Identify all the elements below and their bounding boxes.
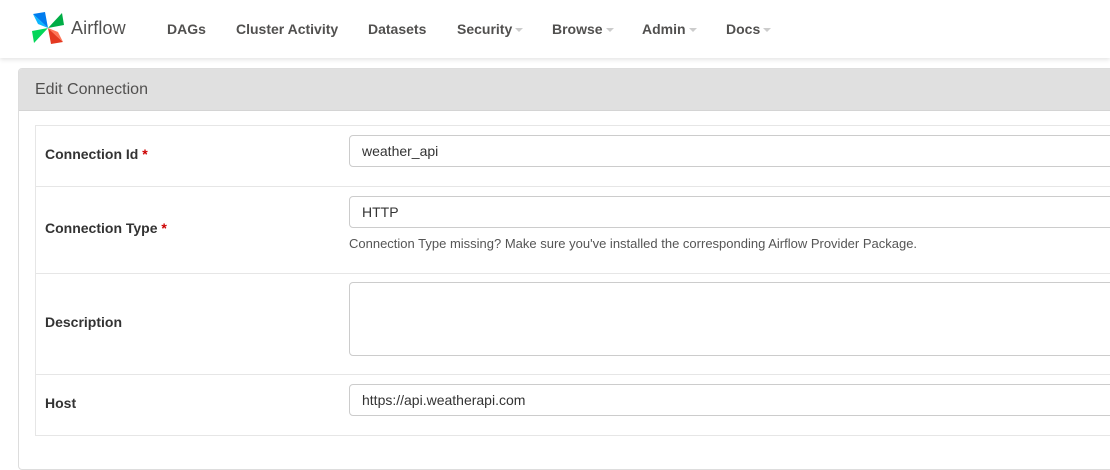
nav-security-menu[interactable]: Security <box>457 19 524 39</box>
connection-type-label-text: Connection Type <box>45 220 158 236</box>
form-row-connection-id: Connection Id * weather_api <box>36 126 1110 187</box>
required-mark: * <box>161 220 167 236</box>
brand-name: Airflow <box>71 17 126 38</box>
form-row-description: Description <box>36 274 1110 375</box>
nav-docs-label: Docs <box>726 21 761 37</box>
host-input[interactable]: https://api.weatherapi.com <box>349 384 1110 416</box>
nav-browse-menu[interactable]: Browse <box>552 19 614 39</box>
connection-id-label: Connection Id * <box>45 146 148 162</box>
nav-datasets-label: Datasets <box>368 21 427 37</box>
connection-type-help-text: Connection Type missing? Make sure you'v… <box>349 236 918 251</box>
description-label: Description <box>45 314 122 330</box>
host-value: https://api.weatherapi.com <box>362 392 526 408</box>
required-mark: * <box>142 146 148 162</box>
form-row-host: Host https://api.weatherapi.com <box>36 375 1110 436</box>
nav-dags-label: DAGs <box>167 21 206 37</box>
airflow-home-link[interactable]: Airflow <box>30 8 126 48</box>
connection-type-select[interactable]: HTTP <box>349 196 1110 228</box>
connection-form: Connection Id * weather_api Connection T… <box>35 125 1110 436</box>
chevron-down-icon <box>688 28 697 32</box>
nav-datasets[interactable]: Datasets <box>368 19 426 39</box>
nav-docs-menu[interactable]: Docs <box>726 19 772 39</box>
connection-id-label-text: Connection Id <box>45 146 139 162</box>
nav-dags[interactable]: DAGs <box>167 19 206 39</box>
nav-cluster-activity[interactable]: Cluster Activity <box>236 19 338 39</box>
airflow-pinwheel-icon <box>32 12 64 44</box>
connection-id-value: weather_api <box>362 143 439 159</box>
nav-cluster-activity-label: Cluster Activity <box>236 21 339 37</box>
description-label-text: Description <box>45 314 123 330</box>
form-row-connection-type: Connection Type * HTTP Connection Type m… <box>36 187 1110 274</box>
top-navbar: Airflow DAGs Cluster Activity Datasets S… <box>0 0 1110 58</box>
chevron-down-icon <box>763 28 772 32</box>
edit-connection-panel: Edit Connection Connection Id * weather_… <box>18 68 1110 470</box>
nav-admin-label: Admin <box>642 21 686 37</box>
connection-type-value: HTTP <box>362 204 399 220</box>
nav-security-label: Security <box>457 21 513 37</box>
host-label: Host <box>45 395 76 411</box>
connection-type-label: Connection Type * <box>45 220 167 236</box>
connection-id-input[interactable]: weather_api <box>349 135 1110 167</box>
chevron-down-icon <box>605 28 614 32</box>
description-textarea[interactable] <box>349 282 1110 356</box>
chevron-down-icon <box>515 28 524 32</box>
host-label-text: Host <box>45 395 77 411</box>
nav-admin-menu[interactable]: Admin <box>642 19 697 39</box>
panel-title: Edit Connection <box>19 69 1110 111</box>
nav-browse-label: Browse <box>552 21 603 37</box>
